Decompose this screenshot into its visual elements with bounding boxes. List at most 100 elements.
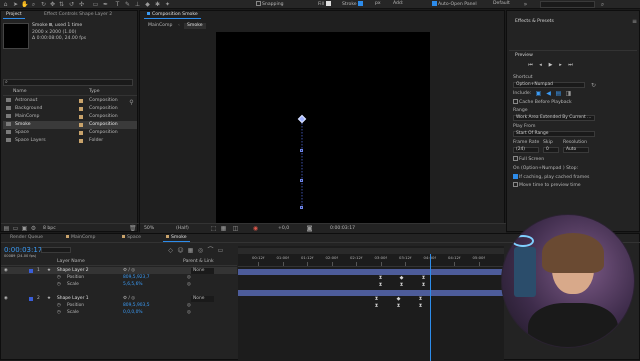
include-overlays-icon[interactable]: ▤ — [555, 90, 562, 97]
layer-bar-shape-1[interactable] — [238, 290, 504, 296]
label-color-swatch[interactable] — [79, 131, 83, 135]
play-from-dropdown[interactable]: Start Of Range — [513, 131, 595, 137]
expression-pickwhip-icon[interactable]: ◎ — [187, 309, 191, 316]
zoom-dropdown[interactable]: 50% — [144, 226, 154, 232]
motion-keyframe-a[interactable] — [300, 149, 303, 152]
visibility-icon[interactable]: ◉ — [4, 295, 8, 302]
eraser-tool-icon[interactable]: ◆ — [144, 1, 151, 8]
resolution-dropdown[interactable]: Auto — [563, 147, 589, 153]
project-item[interactable]: MainComp Composition — [3, 113, 137, 121]
flowchart-icon[interactable]: ⚲ — [128, 99, 135, 106]
property-value[interactable]: 0,0,0,0% — [123, 309, 143, 316]
type-tool-icon[interactable]: T — [114, 1, 121, 8]
keyframe-position-l2-b[interactable]: ◆ — [399, 275, 404, 282]
new-folder-icon[interactable]: ▭ — [12, 225, 19, 232]
keyframe-scale-l2-b[interactable]: ⧗ — [399, 282, 404, 289]
property-value[interactable]: 5,6,5,6% — [123, 281, 143, 288]
move-time-toggle[interactable]: Move time to preview time — [513, 182, 581, 189]
property-value[interactable]: 809,5,903,5 — [123, 302, 150, 309]
panel-menu-icon[interactable]: ≡ — [631, 18, 638, 25]
stopwatch-icon[interactable]: ◷ — [57, 302, 61, 309]
first-frame-icon[interactable]: ⏮ — [527, 62, 534, 69]
timeline-tab[interactable]: Space — [119, 234, 144, 242]
next-frame-icon[interactable]: ▸ — [557, 62, 564, 69]
layer-label-color[interactable] — [29, 296, 33, 301]
stroke-swatch[interactable]: Stroke — [342, 1, 364, 8]
expression-pickwhip-icon[interactable]: ◎ — [187, 274, 191, 281]
reset-exposure-icon[interactable]: ◉ — [252, 225, 259, 232]
selection-tool-icon[interactable]: ➤ — [12, 1, 19, 8]
project-item[interactable]: Smoke Composition — [3, 121, 137, 129]
property-row[interactable]: ◷ Scale 5,6,5,6% ◎ — [1, 281, 237, 288]
fill-swatch[interactable]: Fill — [318, 1, 331, 8]
snapping-toggle[interactable]: Snapping — [256, 1, 284, 8]
full-screen-toggle[interactable]: Full Screen — [513, 156, 544, 163]
property-row[interactable]: ◷ Position 809,5,923,7 ◎ — [1, 274, 237, 281]
comp-timecode[interactable]: 0:00:03:17 — [330, 226, 355, 232]
bpc-label[interactable]: 8 bpc — [43, 226, 56, 232]
property-row[interactable]: ◷ Scale 0,0,0,0% ◎ — [1, 309, 237, 316]
cache-before-toggle[interactable]: Cache Before Playback — [513, 99, 572, 106]
zoom-tool-icon[interactable]: ⌕ — [30, 1, 37, 8]
layer-label-color[interactable] — [29, 268, 33, 273]
comp-flowchart-icon[interactable]: ▭ — [217, 247, 224, 254]
layer-switches[interactable]: ⚙ / ◎ — [123, 267, 135, 274]
motion-keyframe-c[interactable] — [300, 206, 303, 209]
keyframe-position-l2-a[interactable]: ⧗ — [378, 275, 383, 282]
pen-tool-icon[interactable]: ✒ — [102, 1, 109, 8]
workspace-label[interactable]: Default — [493, 1, 510, 7]
include-layers-icon[interactable]: ◨ — [565, 90, 572, 97]
effects-presets-title[interactable]: Effects & Presets — [515, 19, 554, 25]
col-layer-name[interactable]: Layer Name — [57, 259, 85, 265]
resolution-dropdown[interactable]: (Half) — [176, 226, 189, 232]
tab-effect-controls[interactable]: Effect Controls Shape Layer 2 — [41, 11, 115, 19]
workspace-menu-icon[interactable]: » — [522, 1, 529, 8]
anchor-tool-icon[interactable]: ✣ — [78, 1, 85, 8]
layer-switches[interactable]: ⚙ / ◎ — [123, 295, 135, 302]
if-caching-toggle[interactable]: If caching, play cached frames — [513, 174, 589, 181]
include-video-icon[interactable]: ▣ — [535, 90, 542, 97]
label-color-swatch[interactable] — [79, 123, 83, 127]
parent-dropdown[interactable]: None — [191, 267, 215, 274]
home-icon[interactable]: ⌂ — [2, 1, 9, 8]
label-color-swatch[interactable] — [79, 107, 83, 111]
hand-tool-icon[interactable]: ✋ — [21, 1, 28, 8]
col-parent-link[interactable]: Parent & Link — [183, 259, 214, 265]
layer-bar-shape-2[interactable] — [238, 269, 504, 275]
stopwatch-icon[interactable]: ◷ — [57, 274, 61, 281]
region-interest-icon[interactable]: ⬚ — [210, 225, 217, 232]
project-item[interactable]: Space Composition — [3, 129, 137, 137]
prev-frame-icon[interactable]: ◂ — [537, 62, 544, 69]
range-dropdown[interactable]: Work Area Extended By Current ... — [513, 115, 595, 121]
timeline-graph-area[interactable]: 00:12f 01:00f 01:12f 02:00f 02:12f 03:00f 03:1… — [238, 246, 504, 361]
interpret-icon[interactable]: ▤ — [3, 225, 10, 232]
trash-icon[interactable]: 🗑 — [129, 225, 137, 232]
timeline-tab[interactable]: MainComp — [63, 234, 98, 242]
expression-pickwhip-icon[interactable]: ◎ — [187, 281, 191, 288]
label-color-swatch[interactable] — [79, 115, 83, 119]
rectangle-tool-icon[interactable]: ▭ — [92, 1, 99, 8]
rotate-tool-icon[interactable]: ↺ — [68, 1, 75, 8]
motion-keyframe-b[interactable] — [300, 179, 303, 182]
orbit-tool-icon[interactable]: ↻ — [40, 1, 47, 8]
settings-icon[interactable]: ⚙ — [30, 225, 37, 232]
reset-icon[interactable]: ↻ — [590, 82, 597, 89]
search-help-icon[interactable]: ⌕ — [599, 1, 606, 8]
frame-rate-dropdown[interactable]: (24) — [513, 147, 539, 153]
label-color-swatch[interactable] — [79, 99, 83, 103]
keyframe-scale-l1-b[interactable]: ⧗ — [396, 303, 401, 310]
stamp-tool-icon[interactable]: ⊥ — [134, 1, 141, 8]
keyframe-position-l1-c[interactable]: ⧗ — [418, 296, 423, 303]
timeline-tab[interactable]: Smoke — [163, 234, 190, 242]
layer-row[interactable]: ◉ 1 ★ Shape Layer 2 ⚙ / ◎ None — [1, 267, 237, 274]
puppet-tool-icon[interactable]: ✦ — [164, 1, 171, 8]
work-area-bar[interactable] — [238, 248, 504, 254]
keyframe-position-l1-b[interactable]: ◆ — [396, 296, 401, 303]
property-value[interactable]: 809,5,923,7 — [123, 274, 150, 281]
layer-row[interactable]: ◉ 2 ★ Shape Layer 1 ⚙ / ◎ None — [1, 295, 237, 302]
keyframe-scale-l2-a[interactable]: ⧗ — [378, 282, 383, 289]
new-comp-icon[interactable]: ▣ — [21, 225, 28, 232]
timeline-search-input[interactable] — [41, 247, 71, 253]
frame-blend-icon[interactable]: ▦ — [187, 247, 194, 254]
keyframe-position-l1-a[interactable]: ⧗ — [374, 296, 379, 303]
